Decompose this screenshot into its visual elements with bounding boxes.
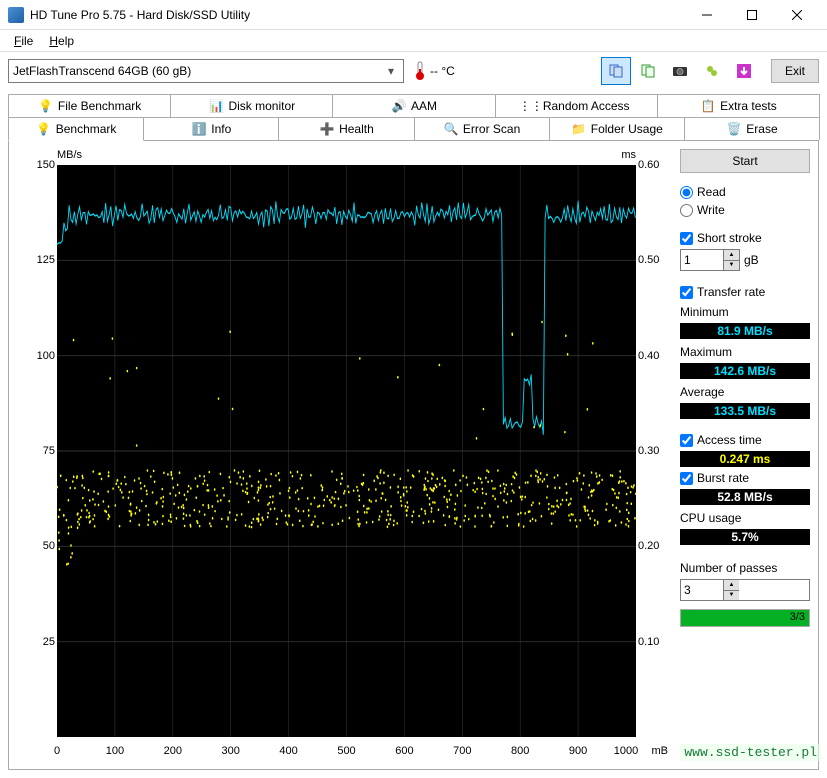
chart-icon: 📊	[208, 98, 224, 114]
access-time-value: 0.247 ms	[680, 451, 810, 467]
health-icon: ➕	[319, 121, 335, 137]
results-panel: Start Read Write Short stroke ▲▼ gB Tran…	[680, 149, 810, 761]
lightbulb-yellow-icon: 💡	[36, 121, 52, 137]
short-stroke-input[interactable]	[681, 250, 723, 270]
exit-button[interactable]: Exit	[771, 59, 819, 83]
start-button[interactable]: Start	[680, 149, 810, 173]
passes-input[interactable]	[681, 580, 723, 600]
y-axis-right-label: ms	[621, 149, 636, 161]
temperature-text: -- °C	[430, 64, 455, 78]
passes-spinner[interactable]: ▲▼	[680, 579, 810, 601]
tab-health[interactable]: ➕Health	[278, 117, 414, 140]
spin-up-icon[interactable]: ▲	[723, 250, 739, 261]
passes-label: Number of passes	[680, 561, 810, 575]
tab-extra-tests[interactable]: 📋Extra tests	[657, 94, 820, 117]
clipboard-icon: 📋	[700, 98, 716, 114]
progress-bar: 3/3	[680, 609, 810, 627]
tab-error-scan[interactable]: 🔍Error Scan	[414, 117, 550, 140]
short-stroke-spinner[interactable]: ▲▼	[680, 249, 740, 271]
tab-disk-monitor[interactable]: 📊Disk monitor	[170, 94, 333, 117]
short-stroke-check[interactable]: Short stroke	[680, 231, 810, 245]
minimize-button[interactable]	[684, 0, 729, 29]
tab-aam[interactable]: 🔊AAM	[332, 94, 495, 117]
info-icon: ℹ️	[191, 121, 207, 137]
menu-help[interactable]: Help	[41, 32, 82, 50]
watermark: www.ssd-tester.pl	[680, 744, 821, 761]
device-select-text: JetFlashTranscend 64GB (60 gB)	[13, 64, 383, 78]
y-axis-left-label: MB/s	[57, 149, 82, 161]
x-axis-unit: mB	[652, 745, 669, 757]
tab-benchmark[interactable]: 💡Benchmark	[8, 117, 144, 141]
benchmark-chart: MB/s ms 150 125	[17, 149, 672, 761]
toolbar-copy-button[interactable]	[601, 57, 631, 85]
speaker-icon: 🔊	[391, 98, 407, 114]
minimum-label: Minimum	[680, 305, 810, 319]
average-label: Average	[680, 385, 810, 399]
tab-file-benchmark[interactable]: 💡File Benchmark	[8, 94, 171, 117]
burst-rate-check[interactable]: Burst rate	[680, 471, 810, 485]
spin-up-icon[interactable]: ▲	[723, 580, 739, 591]
thermometer-icon	[414, 61, 426, 81]
read-radio[interactable]: Read	[680, 185, 810, 199]
toolbar-save-button[interactable]	[729, 57, 759, 85]
cpu-usage-value: 5.7%	[680, 529, 810, 545]
magnifier-icon: 🔍	[443, 121, 459, 137]
spin-down-icon[interactable]: ▼	[723, 261, 739, 271]
lightbulb-icon: 💡	[38, 98, 54, 114]
toolbar-options-button[interactable]	[697, 57, 727, 85]
temperature-display: -- °C	[410, 61, 459, 81]
trash-icon: 🗑️	[726, 121, 742, 137]
maximum-label: Maximum	[680, 345, 810, 359]
access-time-check[interactable]: Access time	[680, 433, 810, 447]
short-stroke-unit: gB	[744, 253, 759, 267]
average-value: 133.5 MB/s	[680, 403, 810, 419]
folder-icon: 📁	[571, 121, 587, 137]
device-select[interactable]: JetFlashTranscend 64GB (60 gB) ▾	[8, 59, 404, 83]
chevron-down-icon: ▾	[383, 64, 399, 78]
progress-text: 3/3	[790, 611, 805, 623]
spin-down-icon[interactable]: ▼	[723, 591, 739, 601]
maximum-value: 142.6 MB/s	[680, 363, 810, 379]
burst-rate-value: 52.8 MB/s	[680, 489, 810, 505]
tab-folder-usage[interactable]: 📁Folder Usage	[549, 117, 685, 140]
maximize-button[interactable]	[729, 0, 774, 29]
toolbar-copy-text-button[interactable]	[633, 57, 663, 85]
app-icon	[8, 7, 24, 23]
cpu-usage-label: CPU usage	[680, 511, 810, 525]
close-button[interactable]	[774, 0, 819, 29]
menu-file[interactable]: File	[6, 32, 41, 50]
tab-random-access[interactable]: ⋮⋮Random Access	[495, 94, 658, 117]
tab-info[interactable]: ℹ️Info	[143, 117, 279, 140]
write-radio[interactable]: Write	[680, 203, 810, 217]
minimum-value: 81.9 MB/s	[680, 323, 810, 339]
dots-icon: ⋮⋮	[523, 98, 539, 114]
toolbar-screenshot-button[interactable]	[665, 57, 695, 85]
transfer-rate-check[interactable]: Transfer rate	[680, 285, 810, 299]
tab-erase[interactable]: 🗑️Erase	[684, 117, 820, 140]
window-title: HD Tune Pro 5.75 - Hard Disk/SSD Utility	[30, 8, 684, 22]
